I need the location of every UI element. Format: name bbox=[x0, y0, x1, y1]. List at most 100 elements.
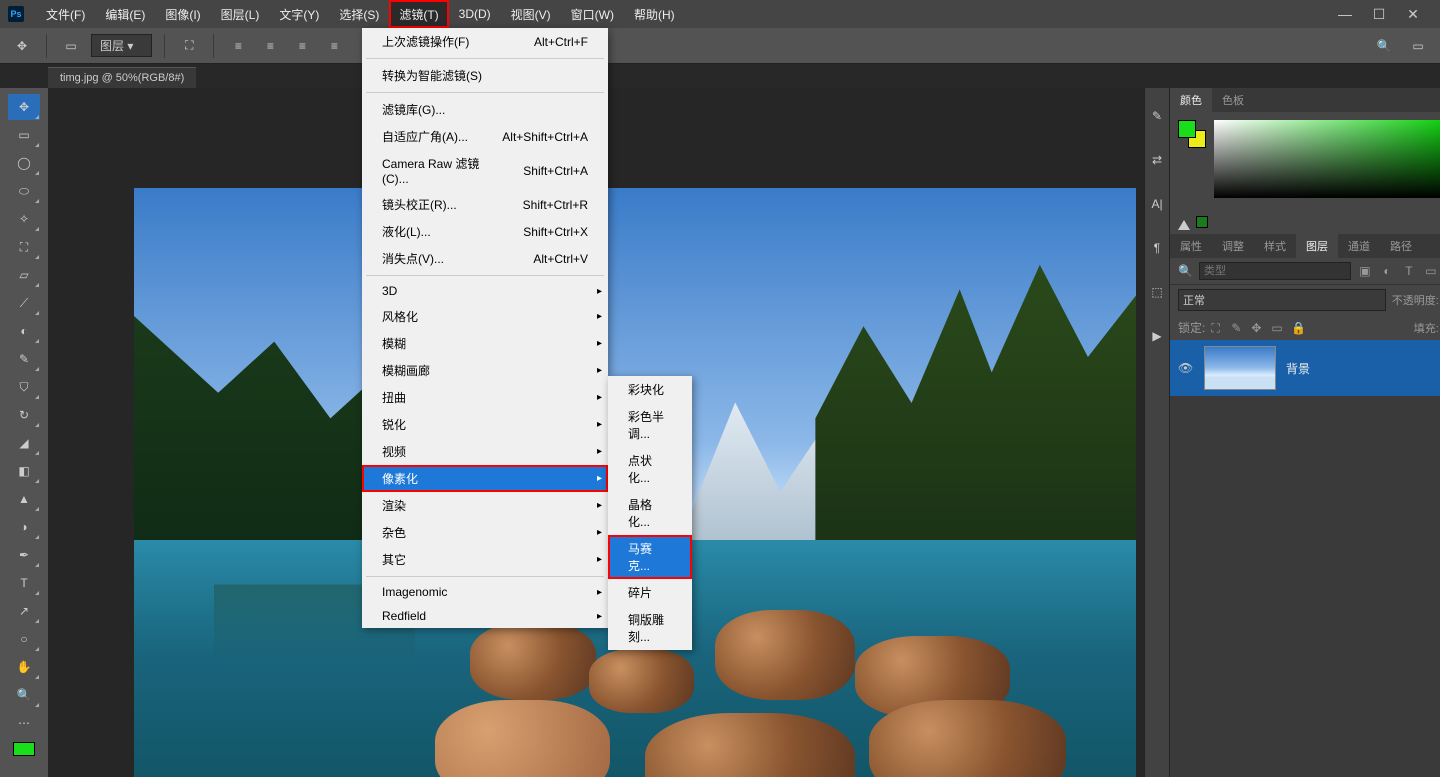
filter-adaptive-wide-angle[interactable]: 自适应广角(A)...Alt+Shift+Ctrl+A bbox=[362, 123, 608, 150]
path-select-tool[interactable]: ↗ bbox=[8, 598, 40, 624]
filter-liquify[interactable]: 液化(L)...Shift+Ctrl+X bbox=[362, 218, 608, 245]
filter-camera-raw[interactable]: Camera Raw 滤镜(C)...Shift+Ctrl+A bbox=[362, 150, 608, 191]
quick-select-tool[interactable]: ⬭ bbox=[8, 178, 40, 204]
filter-sharpen[interactable]: 锐化 bbox=[362, 411, 608, 438]
menu-window[interactable]: 窗口(W) bbox=[561, 0, 624, 28]
channels-tab[interactable]: 通道 bbox=[1338, 234, 1380, 258]
filter-adjust-icon[interactable]: ◐ bbox=[1379, 263, 1395, 279]
zoom-tool[interactable]: 🔍 bbox=[8, 682, 40, 708]
swatches-tab[interactable]: 色板 bbox=[1212, 88, 1254, 112]
character-icon[interactable]: A| bbox=[1145, 192, 1169, 216]
layer-filter-input[interactable] bbox=[1199, 262, 1351, 280]
libraries-icon[interactable]: ⬚ bbox=[1145, 280, 1169, 304]
lock-all-icon[interactable]: 🔒 bbox=[1291, 321, 1305, 335]
filter-render[interactable]: 渲染 bbox=[362, 492, 608, 519]
menu-3d[interactable]: 3D(D) bbox=[449, 0, 501, 28]
filter-gallery[interactable]: 滤镜库(G)... bbox=[362, 96, 608, 123]
menu-file[interactable]: 文件(F) bbox=[36, 0, 95, 28]
layers-tab[interactable]: 图层 bbox=[1296, 234, 1338, 258]
brush-settings-icon[interactable]: ✎ bbox=[1145, 104, 1169, 128]
color-tab[interactable]: 颜色 bbox=[1170, 88, 1212, 112]
filter-smart[interactable]: 转换为智能滤镜(S) bbox=[362, 62, 608, 89]
move-tool[interactable]: ✥ bbox=[8, 94, 40, 120]
maximize-button[interactable]: ☐ bbox=[1370, 5, 1388, 23]
eyedropper-tool[interactable]: ⟋ bbox=[8, 290, 40, 316]
filter-image-icon[interactable]: ▣ bbox=[1357, 263, 1373, 279]
marquee-tool[interactable]: ▭ bbox=[8, 122, 40, 148]
history-brush-tool[interactable]: ↻ bbox=[8, 402, 40, 428]
actions-icon[interactable]: ▶ bbox=[1145, 324, 1169, 348]
filter-distort[interactable]: 扭曲 bbox=[362, 384, 608, 411]
pixelate-fragment[interactable]: 碎片 bbox=[608, 579, 692, 606]
filter-lens-correction[interactable]: 镜头校正(R)...Shift+Ctrl+R bbox=[362, 191, 608, 218]
magic-wand-tool[interactable]: ✧ bbox=[8, 206, 40, 232]
pixelate-facet[interactable]: 彩块化 bbox=[608, 376, 692, 403]
minimize-button[interactable]: — bbox=[1336, 5, 1354, 23]
crop-tool[interactable]: ⛶ bbox=[8, 234, 40, 260]
safe-color-swatch[interactable] bbox=[1196, 216, 1208, 228]
menu-edit[interactable]: 编辑(E) bbox=[95, 0, 155, 28]
dodge-tool[interactable]: ◑ bbox=[8, 514, 40, 540]
hand-tool[interactable]: ✋ bbox=[8, 654, 40, 680]
filter-stylize[interactable]: 风格化 bbox=[362, 303, 608, 330]
fg-bg-swatches[interactable] bbox=[1178, 120, 1206, 148]
visibility-icon[interactable]: 👁 bbox=[1178, 361, 1194, 375]
lock-brush-icon[interactable]: ✎ bbox=[1231, 321, 1245, 335]
blur-tool[interactable]: ▲ bbox=[8, 486, 40, 512]
gradient-tool[interactable]: ◧ bbox=[8, 458, 40, 484]
color-field[interactable] bbox=[1214, 120, 1440, 198]
transform-controls-icon[interactable]: ⛶ bbox=[177, 34, 201, 58]
layer-thumbnail[interactable] bbox=[1204, 346, 1276, 390]
filter-video[interactable]: 视频 bbox=[362, 438, 608, 465]
lock-pixels-icon[interactable]: ⛶ bbox=[1211, 321, 1225, 335]
filter-shape-icon[interactable]: ▭ bbox=[1423, 263, 1439, 279]
layer-item-background[interactable]: 👁 背景 🔒 bbox=[1170, 340, 1440, 396]
menu-view[interactable]: 视图(V) bbox=[501, 0, 561, 28]
frame-tool[interactable]: ▱ bbox=[8, 262, 40, 288]
filter-pixelate[interactable]: 像素化 bbox=[362, 465, 608, 492]
lock-artboard-icon[interactable]: ▭ bbox=[1271, 321, 1285, 335]
align-center-icon[interactable]: ≡ bbox=[258, 34, 282, 58]
menu-layer[interactable]: 图层(L) bbox=[211, 0, 270, 28]
target-select[interactable]: 图层 ▾ bbox=[91, 34, 152, 57]
eraser-tool[interactable]: ◢ bbox=[8, 430, 40, 456]
auto-select-icon[interactable]: ▭ bbox=[59, 34, 83, 58]
clone-stamp-tool[interactable]: ⛉ bbox=[8, 374, 40, 400]
menu-select[interactable]: 选择(S) bbox=[329, 0, 389, 28]
align-right-icon[interactable]: ≡ bbox=[290, 34, 314, 58]
filter-type-icon[interactable]: T bbox=[1401, 263, 1417, 279]
align-top-icon[interactable]: ≡ bbox=[322, 34, 346, 58]
filter-vanishing-point[interactable]: 消失点(V)...Alt+Ctrl+V bbox=[362, 245, 608, 272]
fg-color-swatch[interactable] bbox=[13, 742, 35, 756]
shape-tool[interactable]: ○ bbox=[8, 626, 40, 652]
filter-imagenomic[interactable]: Imagenomic bbox=[362, 580, 608, 604]
layer-name[interactable]: 背景 bbox=[1286, 360, 1310, 377]
menu-image[interactable]: 图像(I) bbox=[155, 0, 210, 28]
brushes-icon[interactable]: ⇄ bbox=[1145, 148, 1169, 172]
filter-last[interactable]: 上次滤镜操作(F)Alt+Ctrl+F bbox=[362, 28, 608, 55]
menu-help[interactable]: 帮助(H) bbox=[624, 0, 685, 28]
brush-tool[interactable]: ✎ bbox=[8, 346, 40, 372]
blend-mode-select[interactable]: 正常 bbox=[1178, 289, 1386, 311]
filter-other[interactable]: 其它 bbox=[362, 546, 608, 573]
pixelate-mezzotint[interactable]: 铜版雕刻... bbox=[608, 606, 692, 650]
filter-redfield[interactable]: Redfield bbox=[362, 604, 608, 628]
menu-type[interactable]: 文字(Y) bbox=[269, 0, 329, 28]
properties-tab[interactable]: 属性 bbox=[1170, 234, 1212, 258]
spot-heal-tool[interactable]: ◐ bbox=[8, 318, 40, 344]
paths-tab[interactable]: 路径 bbox=[1380, 234, 1422, 258]
pixelate-crystallize[interactable]: 晶格化... bbox=[608, 491, 692, 535]
edit-toolbar[interactable]: ⋯ bbox=[8, 710, 40, 736]
lock-position-icon[interactable]: ✥ bbox=[1251, 321, 1265, 335]
paragraph-icon[interactable]: ¶ bbox=[1145, 236, 1169, 260]
document-tab[interactable]: timg.jpg @ 50%(RGB/8#) bbox=[48, 67, 196, 88]
close-button[interactable]: ✕ bbox=[1404, 5, 1422, 23]
pixelate-pointillize[interactable]: 点状化... bbox=[608, 447, 692, 491]
filter-blur[interactable]: 模糊 bbox=[362, 330, 608, 357]
pixelate-mosaic[interactable]: 马赛克... bbox=[608, 535, 692, 579]
adjustments-tab[interactable]: 调整 bbox=[1212, 234, 1254, 258]
search-icon[interactable]: 🔍 bbox=[1372, 34, 1396, 58]
styles-tab[interactable]: 样式 bbox=[1254, 234, 1296, 258]
filter-blur-gallery[interactable]: 模糊画廊 bbox=[362, 357, 608, 384]
lasso-tool[interactable]: ◯ bbox=[8, 150, 40, 176]
